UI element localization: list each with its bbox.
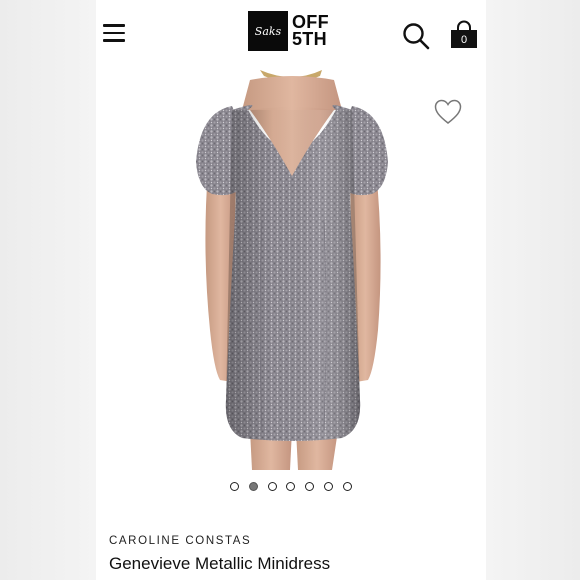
image-pagination — [230, 482, 362, 491]
site-logo[interactable]: Saks OFF 5TH — [248, 11, 329, 51]
product-brand[interactable]: CAROLINE CONSTAS — [109, 535, 251, 547]
pagination-dot-6[interactable] — [323, 482, 333, 491]
pagination-dot-2-active[interactable] — [248, 482, 258, 491]
pagination-dot-4[interactable] — [286, 482, 296, 491]
pagination-dot-5[interactable] — [305, 482, 315, 491]
product-page: Saks OFF 5TH 0 CAROLINE CONSTAS Geneviev… — [96, 0, 486, 580]
pagination-dot-1[interactable] — [230, 482, 239, 491]
heart-outline-icon[interactable] — [434, 99, 462, 125]
menu-icon[interactable] — [103, 24, 125, 42]
product-name: Genevieve Metallic Minidress — [109, 554, 331, 573]
shopping-bag-icon[interactable]: 0 — [449, 20, 479, 50]
logo-wordmark: OFF 5TH — [292, 13, 329, 49]
page-margin-left — [0, 0, 96, 580]
search-icon[interactable] — [402, 22, 430, 50]
page-margin-right — [486, 0, 580, 580]
site-header: Saks OFF 5TH 0 — [96, 0, 486, 66]
saks-logo-mark: Saks — [248, 11, 288, 51]
logo-line-5th: 5TH — [292, 29, 327, 49]
pagination-dot-3[interactable] — [267, 482, 277, 491]
cart-count: 0 — [460, 34, 468, 46]
pagination-dot-7[interactable] — [342, 482, 352, 491]
product-image[interactable] — [192, 70, 392, 470]
